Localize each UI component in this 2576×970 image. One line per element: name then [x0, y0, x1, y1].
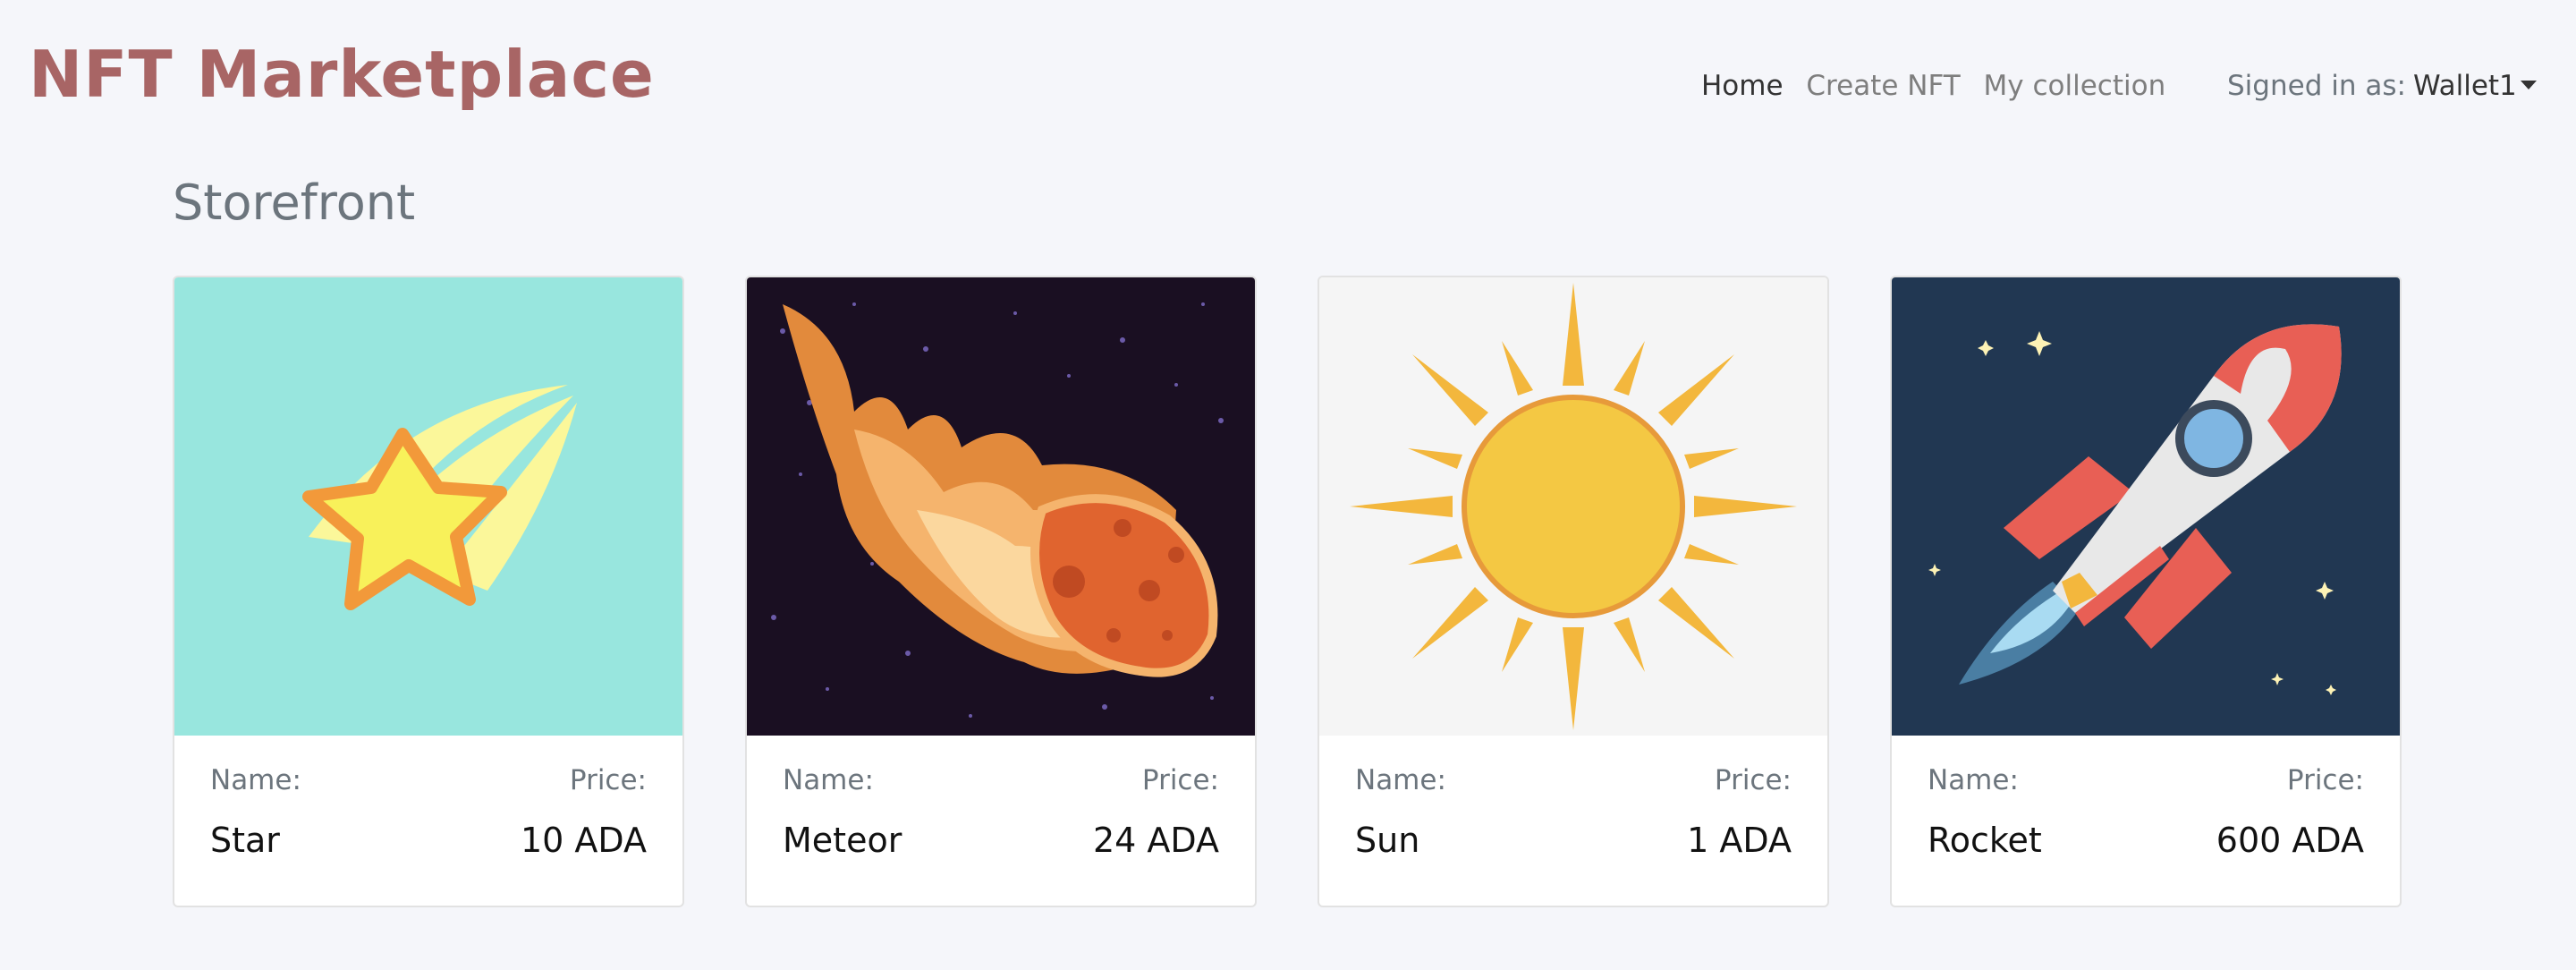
nft-card-star[interactable]: Name: Price: Star 10 ADA	[173, 276, 684, 907]
card-body: Name: Price: Star 10 ADA	[174, 736, 682, 906]
nav-link-my-collection[interactable]: My collection	[1984, 66, 2166, 106]
nft-card-rocket[interactable]: Name: Price: Rocket 600 ADA	[1890, 276, 2402, 907]
signed-in-status: Signed in as: Wallet1	[2227, 66, 2537, 106]
signed-in-label: Signed in as:	[2227, 70, 2406, 102]
nft-price: 1 ADA	[1687, 821, 1792, 860]
nft-image-sun[interactable]	[1319, 277, 1827, 736]
nft-price: 24 ADA	[1092, 821, 1219, 860]
nft-name: Star	[210, 821, 280, 860]
page-title: Storefront	[173, 174, 416, 231]
nft-price: 600 ADA	[2216, 821, 2364, 860]
price-label: Price:	[1714, 764, 1792, 796]
shooting-star-icon	[174, 277, 682, 736]
nft-card-sun[interactable]: Name: Price: Sun 1 ADA	[1318, 276, 1829, 907]
nft-card-meteor[interactable]: Name: Price: Meteor 24 ADA	[745, 276, 1257, 907]
nft-image-rocket[interactable]	[1892, 277, 2400, 736]
sun-icon	[1319, 277, 1827, 736]
navbar: NFT Marketplace Home Create NFT My colle…	[0, 0, 2576, 143]
name-label: Name:	[210, 764, 301, 796]
card-body: Name: Price: Meteor 24 ADA	[747, 736, 1255, 906]
nav-links: Home Create NFT My collection	[1701, 66, 2180, 106]
name-label: Name:	[1928, 764, 2019, 796]
wallet-name: Wallet1	[2412, 70, 2517, 102]
nft-image-star[interactable]	[174, 277, 682, 736]
wallet-dropdown[interactable]: Wallet1	[2413, 66, 2537, 106]
nav-link-home[interactable]: Home	[1701, 66, 1784, 106]
nft-name: Rocket	[1928, 821, 2042, 860]
caret-down-icon	[2520, 80, 2537, 89]
price-label: Price:	[2286, 764, 2364, 796]
name-label: Name:	[783, 764, 874, 796]
nft-image-meteor[interactable]	[747, 277, 1255, 736]
card-body: Name: Price: Rocket 600 ADA	[1892, 736, 2400, 906]
nav-link-create-nft[interactable]: Create NFT	[1806, 66, 1960, 106]
rocket-icon	[1892, 277, 2400, 736]
card-body: Name: Price: Sun 1 ADA	[1319, 736, 1827, 906]
brand-logo[interactable]: NFT Marketplace	[29, 34, 655, 115]
price-label: Price:	[1141, 764, 1219, 796]
meteor-icon	[747, 277, 1255, 736]
price-label: Price:	[569, 764, 647, 796]
nft-price: 10 ADA	[520, 821, 647, 860]
nft-name: Sun	[1355, 821, 1420, 860]
nft-name: Meteor	[783, 821, 902, 860]
name-label: Name:	[1355, 764, 1446, 796]
